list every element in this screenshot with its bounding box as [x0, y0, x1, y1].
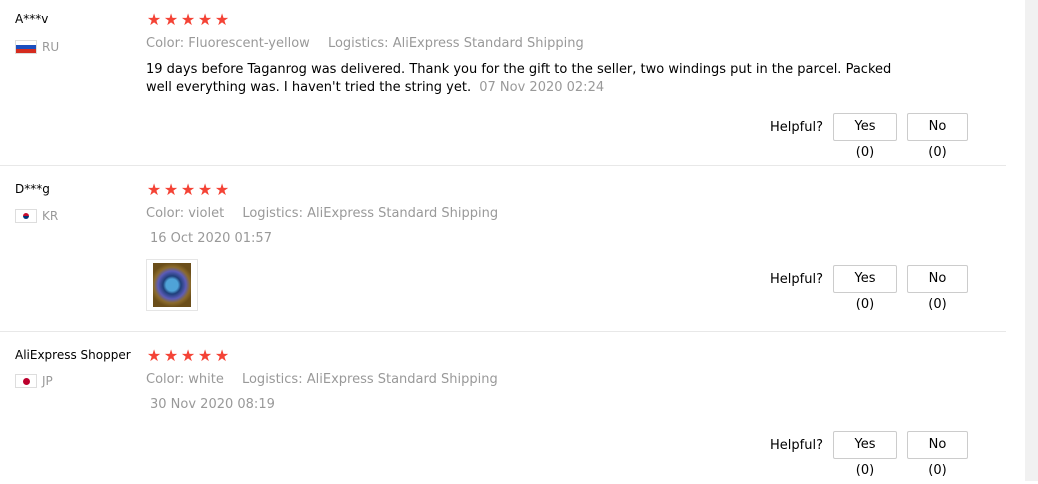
star-rating: ★ ★ ★ ★ ★ — [146, 11, 230, 29]
logistics-label: Logistics: — [327, 36, 389, 51]
helpful-section: Helpful? Yes (0) No (0) — [770, 431, 968, 478]
user-country: JP — [15, 373, 53, 389]
feedback-item: D***g KR ★ ★ ★ ★ ★ Color: violet Logisti… — [0, 165, 1006, 332]
star-icon: ★ — [180, 346, 196, 365]
star-icon: ★ — [197, 346, 213, 365]
review-text: 19 days before Taganrog was delivered. T… — [146, 61, 916, 97]
logistics-label: Logistics: — [242, 206, 303, 221]
star-icon: ★ — [163, 10, 179, 29]
russia-flag-icon — [15, 40, 37, 54]
order-info: Color: violet Logistics: AliExpress Stan… — [146, 206, 498, 222]
helpful-yes-button[interactable]: Yes (0) — [833, 113, 897, 160]
country-code: KR — [42, 209, 59, 223]
helpful-label: Helpful? — [770, 271, 823, 287]
helpful-section: Helpful? Yes (0) No (0) — [770, 113, 968, 160]
feedback-item: AliExpress Shopper JP ★ ★ ★ ★ ★ Color: w… — [0, 331, 1006, 481]
review-photo-thumbnail[interactable] — [146, 259, 198, 311]
star-rating: ★ ★ ★ ★ ★ — [146, 181, 230, 199]
order-info: Color: Fluorescent-yellow Logistics: Ali… — [146, 36, 584, 52]
star-icon: ★ — [163, 180, 179, 199]
logistics-value: AliExpress Standard Shipping — [306, 372, 498, 387]
star-icon: ★ — [214, 10, 230, 29]
logistics-value: AliExpress Standard Shipping — [392, 36, 584, 51]
helpful-yes-button[interactable]: Yes (0) — [833, 265, 897, 312]
color-label: Color: — [146, 372, 185, 387]
color-value: Fluorescent-yellow — [188, 36, 310, 51]
product-photo — [153, 263, 191, 307]
color-value: white — [188, 372, 224, 387]
page-scrollbar[interactable] — [1025, 0, 1038, 481]
japan-flag-icon — [15, 374, 37, 388]
star-icon: ★ — [146, 10, 162, 29]
user-country: KR — [15, 208, 58, 224]
star-icon: ★ — [197, 180, 213, 199]
star-icon: ★ — [197, 10, 213, 29]
logistics-value: AliExpress Standard Shipping — [307, 206, 499, 221]
color-label: Color: — [146, 206, 185, 221]
review-date: 07 Nov 2020 02:24 — [479, 80, 605, 95]
user-name: AliExpress Shopper — [15, 348, 131, 362]
color-value: violet — [188, 206, 225, 221]
order-info: Color: white Logistics: AliExpress Stand… — [146, 372, 498, 388]
review-date: 30 Nov 2020 08:19 — [150, 397, 275, 412]
south-korea-flag-icon — [15, 209, 37, 223]
helpful-label: Helpful? — [770, 437, 823, 453]
star-rating: ★ ★ ★ ★ ★ — [146, 347, 230, 365]
star-icon: ★ — [214, 346, 230, 365]
logistics-label: Logistics: — [241, 372, 303, 387]
user-name: D***g — [15, 182, 50, 196]
star-icon: ★ — [146, 180, 162, 199]
country-code: JP — [42, 374, 53, 388]
star-icon: ★ — [146, 346, 162, 365]
star-icon: ★ — [214, 180, 230, 199]
user-name: A***v — [15, 12, 49, 26]
user-country: RU — [15, 39, 59, 55]
country-code: RU — [42, 40, 60, 54]
helpful-no-button[interactable]: No (0) — [907, 431, 968, 478]
star-icon: ★ — [163, 346, 179, 365]
helpful-no-button[interactable]: No (0) — [907, 113, 968, 160]
helpful-yes-button[interactable]: Yes (0) — [833, 431, 897, 478]
star-icon: ★ — [180, 180, 196, 199]
helpful-label: Helpful? — [770, 119, 823, 135]
helpful-no-button[interactable]: No (0) — [907, 265, 968, 312]
helpful-section: Helpful? Yes (0) No (0) — [770, 265, 968, 312]
color-label: Color: — [146, 36, 185, 51]
star-icon: ★ — [180, 10, 196, 29]
feedback-item: A***v RU ★ ★ ★ ★ ★ Color: Fluorescent-ye… — [0, 0, 1006, 166]
review-date: 16 Oct 2020 01:57 — [150, 231, 272, 246]
